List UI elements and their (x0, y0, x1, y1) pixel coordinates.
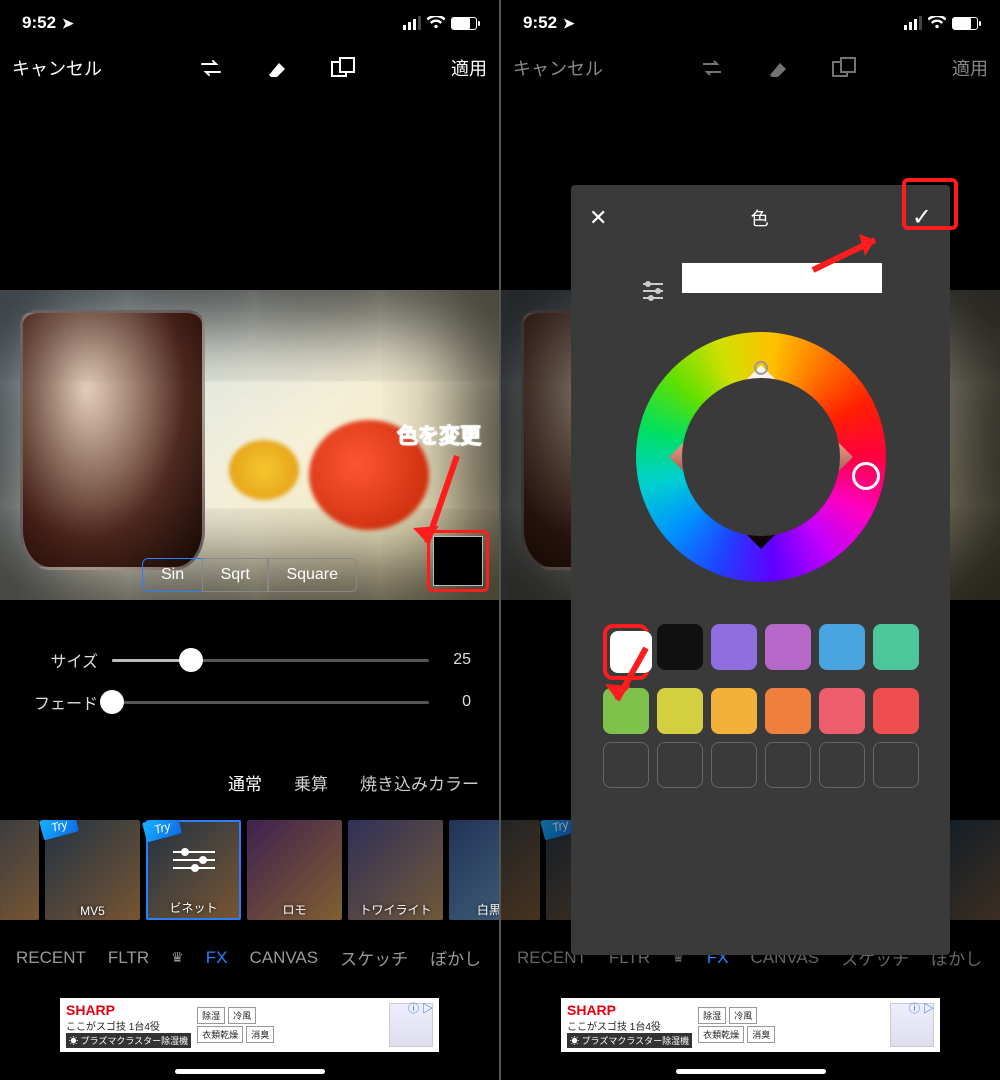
fade-slider[interactable] (112, 701, 429, 704)
blend-colorburn[interactable]: 焼き込みカラー (360, 770, 479, 795)
shape-sin[interactable]: Sin (142, 558, 203, 592)
panel-title: 色 (751, 205, 769, 231)
close-button[interactable]: ✕ (589, 205, 607, 231)
compare-icon[interactable] (330, 55, 356, 81)
sliders-icon[interactable] (640, 278, 666, 304)
color-swatch[interactable] (711, 624, 757, 670)
fade-value: 0 (443, 693, 471, 711)
size-label: サイズ (28, 648, 98, 672)
saturation-diamond[interactable] (669, 365, 853, 549)
cancel-button[interactable]: キャンセル (513, 55, 603, 81)
cancel-button[interactable]: キャンセル (12, 55, 102, 81)
filter-thumb[interactable]: トワイライト (348, 820, 443, 920)
crown-icon: ♛ (171, 949, 184, 966)
category-row[interactable]: RECENT FLTR ♛ FX CANVAS スケッチ ぼかし (0, 945, 499, 970)
annotation-arrow-icon (805, 230, 895, 280)
blend-mode-row: 通常 乗算 焼き込みカラー (228, 770, 479, 795)
clock: 9:52 (523, 13, 557, 33)
ad-logo: SHARP (66, 1002, 191, 1018)
annotation-arrow-icon (409, 448, 469, 568)
battery-icon (952, 17, 978, 30)
shape-segmented[interactable]: Sin Sqrt Square (142, 558, 357, 592)
ad-banner[interactable]: SHARP ここがスゴ技 1台4役 ☀ プラズマクラスター除湿機 除湿冷風 衣類… (60, 998, 439, 1052)
battery-icon (451, 17, 477, 30)
screen-right: 9:52 ➤ キャンセル 適用 Try Try RECENTFLTR ♛ FX … (501, 0, 1000, 1080)
cat-recent[interactable]: RECENT (16, 948, 86, 968)
color-swatch-empty[interactable] (819, 742, 865, 788)
annotation-frame-confirm (902, 178, 958, 230)
try-badge: Try (142, 820, 182, 842)
filter-thumb[interactable]: V2 (0, 820, 39, 920)
blend-multiply[interactable]: 乗算 (294, 770, 328, 795)
swap-icon (699, 55, 725, 81)
adchoices-icon[interactable]: ⓘ ▷ (408, 1000, 433, 1016)
try-badge: Try (39, 820, 79, 840)
cat-canvas[interactable]: CANVAS (249, 948, 318, 968)
screen-left: 9:52 ➤ キャンセル 適用 Sin Sqrt Square (0, 0, 499, 1080)
clock: 9:52 (22, 13, 56, 33)
blend-normal[interactable]: 通常 (228, 770, 262, 795)
wifi-icon (928, 16, 946, 30)
compare-icon (831, 55, 857, 81)
color-swatch[interactable] (657, 624, 703, 670)
wifi-icon (427, 16, 445, 30)
cat-fx[interactable]: FX (206, 948, 228, 968)
eraser-icon (765, 55, 791, 81)
shape-square[interactable]: Square (267, 558, 357, 592)
color-picker-panel: ✕ 色 ✓ (571, 185, 950, 955)
color-swatch-empty[interactable] (765, 742, 811, 788)
color-swatch[interactable] (765, 688, 811, 734)
filter-thumb-selected[interactable]: Try ビネット (146, 820, 241, 920)
filter-thumb[interactable]: TryMV5 (45, 820, 140, 920)
annotation-arrow-icon (601, 640, 661, 720)
color-swatch[interactable] (657, 688, 703, 734)
eraser-icon[interactable] (264, 55, 290, 81)
color-swatch-empty[interactable] (657, 742, 703, 788)
hue-knob[interactable] (852, 462, 880, 490)
annotation-text: 色を変更 (397, 420, 481, 450)
nav-bar: キャンセル 適用 (501, 46, 1000, 90)
size-slider[interactable] (112, 659, 429, 662)
filter-thumb[interactable]: ロモ (247, 820, 342, 920)
status-bar: 9:52 ➤ (501, 0, 1000, 46)
cat-blur[interactable]: ぼかし (430, 945, 481, 970)
cat-sketch[interactable]: スケッチ (340, 945, 408, 970)
cat-fltr[interactable]: FLTR (108, 948, 149, 968)
location-icon: ➤ (62, 15, 74, 32)
sliders-block: サイズ 25 フェード 0 (0, 630, 499, 732)
color-cursor[interactable] (751, 358, 771, 378)
status-bar: 9:52 ➤ (0, 0, 499, 46)
cell-signal-icon (904, 16, 922, 30)
home-indicator (175, 1069, 325, 1074)
ad-banner[interactable]: SHARP ここがスゴ技 1台4役 ☀ プラズマクラスター除湿機 除湿冷風 衣類… (561, 998, 940, 1052)
cell-signal-icon (403, 16, 421, 30)
apply-button[interactable]: 適用 (952, 55, 988, 81)
color-swatch[interactable] (711, 688, 757, 734)
color-swatch[interactable] (819, 688, 865, 734)
color-swatch-empty[interactable] (711, 742, 757, 788)
color-swatch-empty[interactable] (603, 742, 649, 788)
nav-bar: キャンセル 適用 (0, 46, 499, 90)
color-swatch[interactable] (873, 688, 919, 734)
sliders-icon (148, 851, 239, 869)
size-value: 25 (443, 651, 471, 669)
color-wheel[interactable] (636, 332, 886, 582)
filter-thumb-strip[interactable]: V2 TryMV5 Try ビネット ロモ トワイライト 白黒 ク (0, 820, 499, 930)
shape-sqrt[interactable]: Sqrt (202, 558, 269, 592)
color-swatch[interactable] (765, 624, 811, 670)
home-indicator (676, 1069, 826, 1074)
location-icon: ➤ (563, 15, 575, 32)
color-swatch[interactable] (873, 624, 919, 670)
fade-label: フェード (28, 690, 98, 714)
apply-button[interactable]: 適用 (451, 55, 487, 81)
color-swatch[interactable] (819, 624, 865, 670)
filter-thumb[interactable]: 白黒 ク (449, 820, 499, 920)
swap-icon[interactable] (198, 55, 224, 81)
color-swatch-empty[interactable] (873, 742, 919, 788)
